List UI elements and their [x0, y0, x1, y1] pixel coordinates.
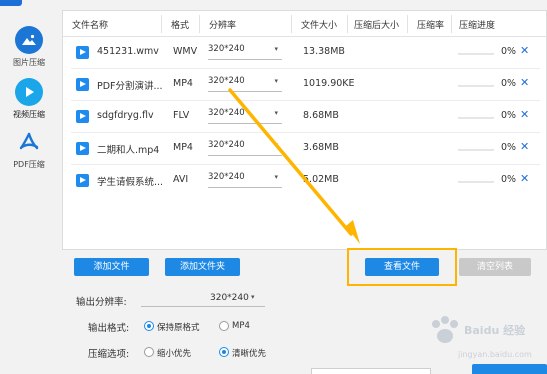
output-resolution-value: 320*240: [210, 293, 249, 303]
radio-mp4[interactable]: [219, 321, 229, 331]
radio-label: 保持原格式: [157, 323, 200, 333]
radio-label: 清晰优先: [232, 349, 267, 359]
radio-clarity-first[interactable]: [219, 347, 229, 357]
radio-label: 缩小优先: [157, 349, 192, 359]
paw-icon: [432, 316, 458, 343]
watermark-url: jingyan.baidu.com: [458, 350, 532, 359]
output-path-input[interactable]: [311, 368, 431, 374]
radio-label: MP4: [232, 321, 250, 331]
output-resolution-select[interactable]: 320*240 ▾: [141, 292, 265, 307]
output-format-label: 输出格式:: [88, 323, 130, 334]
compress-option-label: 压缩选项:: [88, 349, 130, 360]
radio-keep-format[interactable]: [144, 321, 154, 331]
watermark-title: Baidu 经验: [464, 324, 526, 337]
start-compress-button[interactable]: [472, 364, 547, 374]
chevron-down-icon: ▾: [251, 293, 255, 301]
radio-smaller-first[interactable]: [144, 347, 154, 357]
output-resolution-label: 输出分辨率:: [76, 297, 127, 308]
watermark: Baidu 经验 jingyan.baidu.com: [428, 316, 540, 364]
